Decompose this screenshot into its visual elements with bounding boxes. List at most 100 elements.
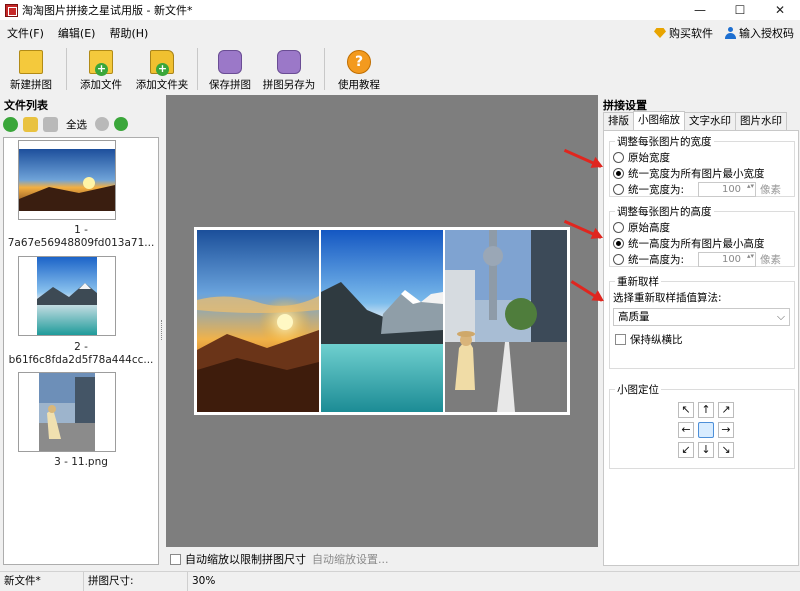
thumbnail-3[interactable] — [18, 372, 116, 452]
save-as-label: 拼图另存为 — [262, 79, 316, 91]
align-top-right-icon[interactable]: ↗ — [718, 402, 734, 418]
buy-software-link[interactable]: 购买软件 — [654, 25, 713, 41]
file-list-toolbar: 全选 — [3, 114, 128, 134]
keep-aspect-ratio-checkbox[interactable] — [615, 334, 626, 345]
tab-text-watermark[interactable]: 文字水印 — [684, 112, 736, 130]
status-bar: 新文件* 拼图尺寸: 1532x766 30% — [0, 571, 800, 591]
splitter-handle[interactable] — [161, 320, 165, 340]
toolbar-divider — [66, 48, 67, 90]
radio-circle — [613, 184, 624, 195]
width-value-stepper[interactable]: 100 — [698, 182, 757, 197]
save-icon — [218, 50, 242, 74]
align-bottom-icon[interactable]: ↓ — [698, 442, 714, 458]
preview-canvas[interactable] — [166, 95, 598, 547]
height-group-title: 调整每张图片的高度 — [615, 204, 714, 219]
radio-label: 原始高度 — [628, 222, 670, 234]
settings-panel: 拼接设置 排版 小图缩放 文字水印 图片水印 调整每张图片的宽度 原始宽度 统一… — [600, 95, 800, 569]
width-group-title: 调整每张图片的宽度 — [615, 134, 714, 149]
auto-fit-settings-link[interactable]: 自动缩放设置... — [312, 551, 389, 567]
align-center-button[interactable] — [698, 422, 714, 438]
radio-circle-selected — [613, 238, 624, 249]
auto-fit-checkbox[interactable] — [170, 553, 181, 565]
radio-fixed-width[interactable]: 统一宽度为: 100 像素 — [613, 182, 781, 197]
radio-min-height[interactable]: 统一高度为所有图片最小高度 — [613, 236, 765, 251]
maximize-button[interactable]: ☐ — [720, 0, 760, 20]
close-button[interactable]: ✕ — [760, 0, 800, 20]
align-right-icon[interactable]: → — [718, 422, 734, 438]
title-bar: 淘淘图片拼接之星试用版 - 新文件* — ☐ ✕ — [0, 0, 800, 20]
tutorial-button[interactable]: ? 使用教程 — [329, 45, 389, 93]
minimize-button[interactable]: — — [680, 0, 720, 20]
width-group: 调整每张图片的宽度 原始宽度 统一宽度为所有图片最小宽度 统一宽度为: 100 … — [609, 134, 795, 197]
radio-original-width[interactable]: 原始宽度 — [613, 150, 670, 165]
radio-label: 原始宽度 — [628, 152, 670, 164]
window-title: 淘淘图片拼接之星试用版 - 新文件* — [22, 4, 193, 17]
position-grid: ↖ ↑ ↗ ← → ↙ ↓ ↘ — [678, 402, 734, 458]
status-collage-size: 拼图尺寸: 1532x766 — [84, 571, 188, 591]
keep-aspect-ratio-row[interactable]: 保持纵横比 — [615, 332, 683, 347]
enter-license-link[interactable]: 输入授权码 — [725, 25, 794, 41]
save-collage-button[interactable]: 保存拼图 — [202, 45, 258, 93]
enter-license-label: 输入授权码 — [739, 27, 794, 40]
resample-method-select[interactable]: 高质量 ⌵ — [613, 308, 790, 326]
save-as-button[interactable]: 拼图另存为 — [258, 45, 320, 93]
tutorial-label: 使用教程 — [338, 79, 380, 91]
select-all-button[interactable]: 全选 — [63, 117, 90, 132]
resample-method-value: 高质量 — [618, 311, 650, 323]
new-document-icon — [19, 50, 43, 74]
sunset-image — [197, 230, 319, 412]
collage-preview — [194, 227, 570, 415]
height-value-stepper[interactable]: 100 — [698, 252, 757, 267]
new-collage-button[interactable]: 新建拼图 — [0, 45, 62, 93]
menu-help[interactable]: 帮助(H) — [102, 25, 155, 41]
radio-fixed-height[interactable]: 统一高度为: 100 像素 — [613, 252, 781, 267]
align-top-icon[interactable]: ↑ — [698, 402, 714, 418]
street-photo-image — [445, 230, 567, 412]
radio-circle — [613, 254, 624, 265]
tab-layout[interactable]: 排版 — [603, 112, 634, 130]
align-top-left-icon[interactable]: ↖ — [678, 402, 694, 418]
save-collage-label: 保存拼图 — [209, 79, 251, 91]
radio-circle — [613, 222, 624, 233]
add-file-button[interactable]: 添加文件 — [71, 45, 131, 93]
menu-edit[interactable]: 编辑(E) — [51, 25, 103, 41]
radio-original-height[interactable]: 原始高度 — [613, 220, 670, 235]
height-group: 调整每张图片的高度 原始高度 统一高度为所有图片最小高度 统一高度为: 100 … — [609, 204, 795, 267]
add-folder-small-icon[interactable] — [23, 116, 38, 132]
status-file-name: 新文件* — [0, 571, 84, 591]
radio-label: 统一宽度为所有图片最小宽度 — [628, 168, 765, 180]
align-left-icon[interactable]: ← — [678, 422, 694, 438]
help-icon: ? — [347, 50, 371, 74]
align-bottom-right-icon[interactable]: ↘ — [718, 442, 734, 458]
thumbnail-caption-1: 1 - 7a67e56948809fd013a71... — [7, 224, 155, 249]
thumbnail-caption-3: 3 - 11.png — [54, 456, 108, 468]
move-up-icon[interactable] — [95, 117, 109, 131]
status-zoom: 30% — [192, 574, 216, 587]
position-group-title: 小图定位 — [615, 382, 661, 397]
thumbnail-1[interactable] — [18, 140, 116, 220]
keep-aspect-ratio-label: 保持纵横比 — [630, 334, 683, 346]
add-folder-button[interactable]: 添加文件夹 — [131, 45, 193, 93]
app-logo-icon — [5, 3, 18, 17]
remove-file-icon[interactable] — [43, 116, 58, 132]
height-unit: 像素 — [760, 254, 782, 266]
radio-label: 统一宽度为: — [628, 184, 685, 196]
collage-tile-2 — [321, 230, 443, 412]
add-folder-label: 添加文件夹 — [135, 79, 189, 91]
add-file-label: 添加文件 — [80, 79, 122, 91]
thumbnail-2[interactable] — [18, 256, 116, 336]
add-file-small-icon[interactable] — [3, 116, 18, 132]
radio-min-width[interactable]: 统一宽度为所有图片最小宽度 — [613, 166, 765, 181]
file-list[interactable]: 1 - 7a67e56948809fd013a71... 2 - b61f6c8… — [3, 137, 159, 565]
menu-file[interactable]: 文件(F) — [0, 25, 51, 41]
toolbar-divider — [197, 48, 198, 90]
move-down-icon[interactable] — [114, 117, 128, 131]
tab-image-watermark[interactable]: 图片水印 — [735, 112, 787, 130]
radio-circle-selected — [613, 168, 624, 179]
user-icon — [725, 27, 736, 39]
auto-fit-bar: 自动缩放以限制拼图尺寸 自动缩放设置... — [166, 549, 598, 569]
add-folder-icon — [150, 50, 174, 76]
resample-group: 重新取样 选择重新取样插值算法: 高质量 ⌵ 保持纵横比 — [609, 274, 795, 369]
tab-resize[interactable]: 小图缩放 — [633, 111, 685, 130]
align-bottom-left-icon[interactable]: ↙ — [678, 442, 694, 458]
